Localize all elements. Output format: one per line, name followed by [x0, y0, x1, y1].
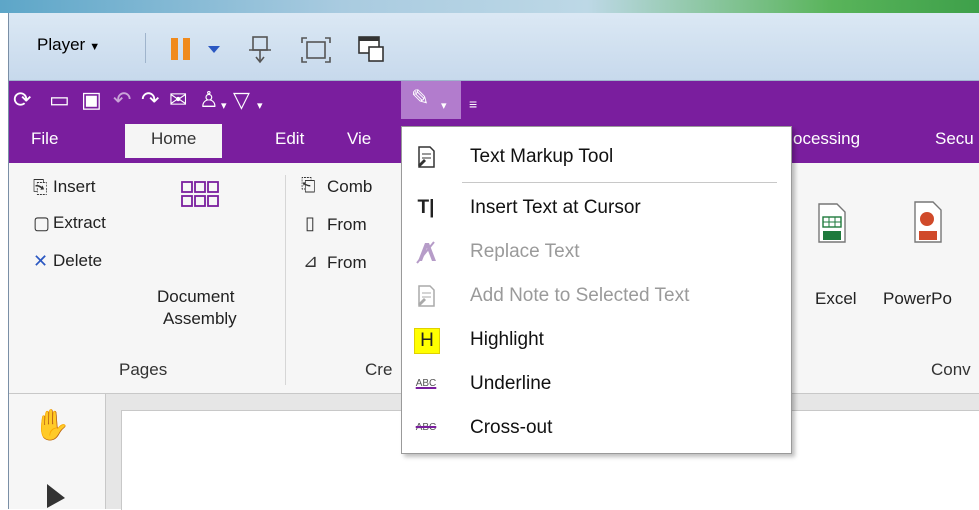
full-screen-icon[interactable]: [301, 37, 331, 63]
customize-toolbar-icon[interactable]: ≡: [469, 91, 477, 117]
extract-page-icon: ▢: [33, 213, 51, 233]
powerpoint-button[interactable]: PowerPo: [883, 289, 952, 309]
app-logo-icon[interactable]: ⟳: [13, 87, 31, 113]
tab-view[interactable]: Vie: [347, 129, 371, 149]
scanner-icon: ⊿: [303, 251, 319, 271]
insert-page-icon: ⎘: [33, 177, 48, 197]
redo-icon[interactable]: ↷: [141, 87, 159, 113]
menu-item-label: Add Note to Selected Text: [470, 285, 690, 306]
insert-button[interactable]: Insert: [53, 177, 96, 197]
pencil-icon: ✎: [411, 85, 430, 110]
group-separator: [285, 175, 286, 385]
tab-security[interactable]: Secu: [935, 129, 974, 149]
document-assembly-label-1[interactable]: Document: [157, 287, 234, 307]
highlight-icon: H: [414, 328, 440, 354]
player-label: Player: [37, 35, 86, 54]
undo-icon[interactable]: ↶: [113, 87, 131, 113]
menu-item-label: Underline: [470, 373, 552, 394]
hand-tool-icon[interactable]: ✋: [33, 408, 70, 443]
underline-icon: ABC: [415, 378, 437, 389]
player-menu-button[interactable]: Player ▼: [37, 35, 100, 55]
save-icon[interactable]: ▣: [81, 87, 102, 113]
pause-icon[interactable]: [169, 37, 195, 61]
chevron-down-icon[interactable]: ▾: [221, 93, 227, 119]
email-icon[interactable]: ✉: [169, 87, 187, 113]
chevron-down-icon: ▾: [441, 100, 447, 112]
tab-edit[interactable]: Edit: [275, 129, 304, 149]
menu-item-cross-out[interactable]: ABC Cross-out: [402, 408, 791, 448]
text-markup-icon: [418, 146, 435, 168]
window-top-strip: [0, 0, 979, 13]
menu-item-replace-text[interactable]: Replace Text: [402, 232, 791, 272]
chevron-down-icon[interactable]: ▾: [257, 93, 263, 119]
menu-item-add-note-to-selected-text[interactable]: Add Note to Selected Text: [402, 276, 791, 316]
convert-group-label: Conv: [931, 360, 971, 379]
powerpoint-icon[interactable]: [913, 201, 943, 243]
tab-processing[interactable]: ocessing: [793, 129, 860, 149]
player-toolbar: Player ▼: [9, 13, 979, 81]
window-mode-icon[interactable]: [357, 35, 387, 65]
blank-page-icon: ▯: [305, 213, 315, 233]
menu-item-label: Insert Text at Cursor: [470, 197, 641, 218]
excel-button[interactable]: Excel: [815, 289, 857, 309]
open-folder-icon[interactable]: ▭: [49, 87, 70, 113]
document-assembly-icon[interactable]: [181, 181, 219, 209]
menu-item-label: Replace Text: [470, 241, 580, 262]
combine-files-icon: ⎗: [301, 175, 316, 195]
excel-icon[interactable]: [817, 203, 847, 243]
quick-access-toolbar: ⟳ ▭ ▣ ↶ ↷ ✉ ♙ ▾ ▽ ▾ ✎ ▾ ≡: [9, 81, 979, 119]
menu-item-label: Cross-out: [470, 417, 553, 438]
menu-item-text-markup-tool[interactable]: Text Markup Tool: [402, 137, 791, 177]
stamp-icon[interactable]: ♙: [199, 87, 219, 113]
cross-out-icon: ABC: [415, 422, 437, 433]
create-group-label: Cre: [365, 360, 393, 379]
chevron-down-icon: ▼: [89, 41, 101, 53]
pages-group-label: Pages: [119, 360, 168, 379]
menu-item-underline[interactable]: ABC Underline: [402, 364, 791, 404]
tab-home[interactable]: Home: [125, 124, 223, 158]
menu-item-label: Highlight: [470, 329, 544, 350]
menu-item-label: Text Markup Tool: [470, 146, 614, 167]
combine-button[interactable]: Comb: [327, 177, 372, 197]
chevron-down-icon[interactable]: [207, 45, 221, 55]
pen-tool-icon[interactable]: ▽: [233, 87, 250, 113]
text-markup-dropdown-button[interactable]: ✎ ▾: [401, 81, 461, 119]
tab-file[interactable]: File: [31, 129, 58, 149]
fit-page-icon[interactable]: [247, 35, 275, 65]
document-assembly-label-2[interactable]: Assembly: [163, 309, 237, 329]
menu-divider: [462, 182, 777, 183]
left-tool-rail: ✋: [9, 394, 106, 509]
text-markup-menu: Text Markup Tool T| Insert Text at Curso…: [401, 126, 792, 454]
replace-text-icon: [416, 241, 436, 264]
insert-text-cursor-icon: T|: [417, 197, 435, 218]
add-note-icon: [418, 285, 435, 307]
delete-icon: ✕: [33, 251, 49, 271]
menu-item-highlight[interactable]: H Highlight: [402, 320, 791, 360]
toolbar-separator: [145, 33, 146, 63]
from-file-button[interactable]: From: [327, 215, 367, 235]
extract-button[interactable]: Extract: [53, 213, 106, 233]
menu-item-insert-text-at-cursor[interactable]: T| Insert Text at Cursor: [402, 188, 791, 228]
delete-button[interactable]: Delete: [53, 251, 102, 271]
select-arrow-icon[interactable]: [45, 482, 69, 509]
from-scanner-button[interactable]: From: [327, 253, 367, 273]
